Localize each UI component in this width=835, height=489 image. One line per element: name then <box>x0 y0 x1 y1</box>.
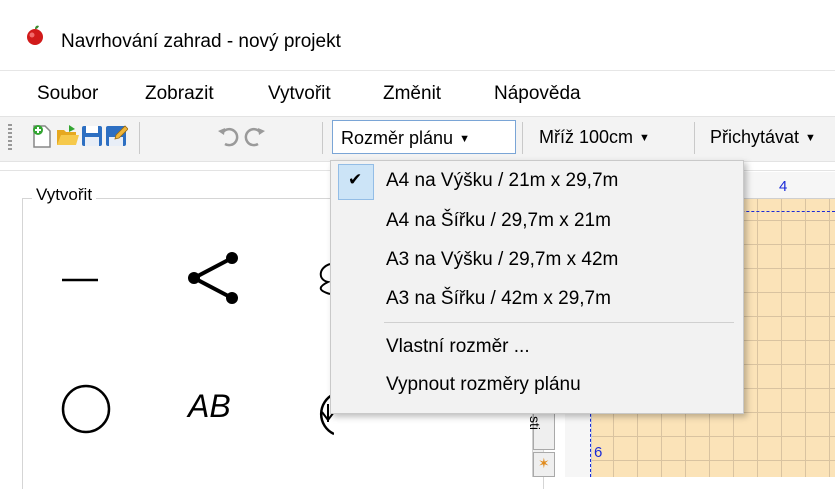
circle-tool-icon[interactable] <box>60 383 112 435</box>
menu-item-a3-landscape[interactable]: A3 na Šířku / 42m x 29,7m <box>386 288 611 310</box>
toolbar-separator <box>694 122 695 154</box>
menu-napoveda[interactable]: Nápověda <box>494 83 581 105</box>
menu-item-a3-portrait[interactable]: A3 na Výšku / 29,7m x 42m <box>386 249 618 271</box>
open-folder-icon[interactable] <box>55 123 79 149</box>
side-tab-label: sti <box>527 416 543 430</box>
ruler-left-number: 6 <box>594 444 603 461</box>
caret-down-icon: ▼ <box>459 133 470 145</box>
menu-zmenit[interactable]: Změnit <box>383 83 441 105</box>
create-panel-title: Vytvořit <box>32 185 97 205</box>
caret-down-icon: ▼ <box>805 132 816 144</box>
star-icon: ✶ <box>538 455 550 471</box>
snap-label: Přichytávat <box>710 127 800 147</box>
grid-label: Mříž 100cm <box>539 127 634 147</box>
side-tab-star[interactable]: ✶ <box>533 452 555 477</box>
menu-soubor[interactable]: Soubor <box>37 83 98 105</box>
line-tool-icon[interactable] <box>60 270 100 290</box>
polyline-tool-icon[interactable] <box>186 250 240 306</box>
menu-separator <box>384 322 734 323</box>
menu-item-disable-plan-size[interactable]: Vypnout rozměry plánu <box>386 374 581 396</box>
menu-vytvorit[interactable]: Vytvořit <box>268 83 331 105</box>
new-file-icon[interactable] <box>30 123 54 149</box>
toolbar-separator <box>139 122 140 154</box>
save-icon[interactable] <box>80 123 104 149</box>
window-title: Navrhování zahrad - nový projekt <box>61 31 341 52</box>
grid-dropdown[interactable]: Mříž 100cm ▼ <box>531 120 658 154</box>
edit-icon[interactable] <box>104 123 128 149</box>
plan-size-dropdown[interactable]: Rozměr plánu ▼ <box>332 120 516 154</box>
plan-size-label: Rozměr plánu <box>341 128 454 148</box>
snap-dropdown[interactable]: Přichytávat ▼ <box>702 120 824 154</box>
ruler-top-number: 4 <box>779 178 788 195</box>
menu-zobrazit[interactable]: Zobrazit <box>145 83 214 105</box>
caret-down-icon: ▼ <box>639 132 650 144</box>
toolbar-separator <box>322 122 323 154</box>
apple-app-icon <box>27 25 43 45</box>
undo-icon[interactable] <box>216 123 240 149</box>
check-icon: ✔ <box>348 170 363 189</box>
menu-item-a4-portrait[interactable]: A4 na Výšku / 21m x 29,7m <box>386 170 618 192</box>
toolbar-grip[interactable] <box>8 124 12 152</box>
checked-item-highlight: ✔ <box>338 164 374 200</box>
menu-item-custom-size[interactable]: Vlastní rozměr ... <box>386 336 530 358</box>
menu-item-a4-landscape[interactable]: A4 na Šířku / 29,7m x 21m <box>386 210 611 232</box>
toolbar-separator <box>522 122 523 154</box>
redo-icon[interactable] <box>243 123 267 149</box>
text-tool-icon[interactable]: AB <box>188 388 231 425</box>
